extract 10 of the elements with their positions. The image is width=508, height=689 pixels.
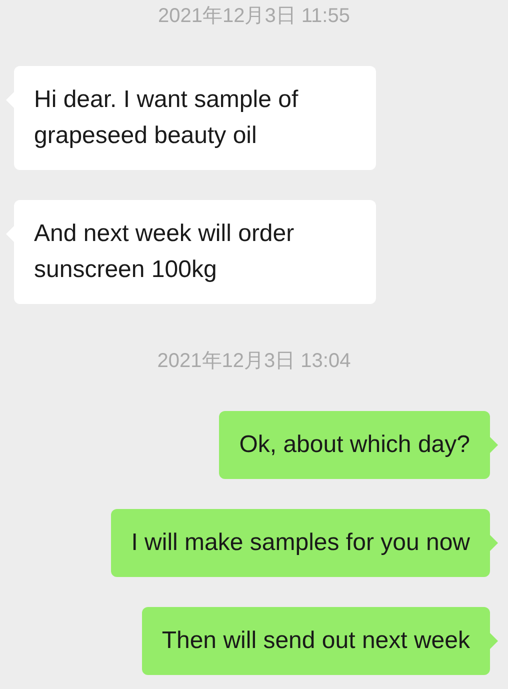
bubble-tail — [490, 437, 498, 453]
sent-message-bubble: Then will send out next week — [142, 607, 490, 675]
bubble-tail — [490, 535, 498, 551]
sent-message-bubble: Ok, about which day? — [219, 411, 490, 479]
message-timestamp: 2021年12月3日 11:55 — [158, 4, 350, 28]
sent-message-bubble: I will make samples for you now — [111, 509, 490, 577]
bubble-tail — [490, 633, 498, 649]
received-message-bubble: Hi dear. I want sample of grapeseed beauty oil — [14, 66, 376, 170]
received-message-bubble: And next week will order sunscreen 100kg — [14, 200, 376, 304]
message-timestamp: 2021年12月3日 13:04 — [157, 349, 351, 373]
